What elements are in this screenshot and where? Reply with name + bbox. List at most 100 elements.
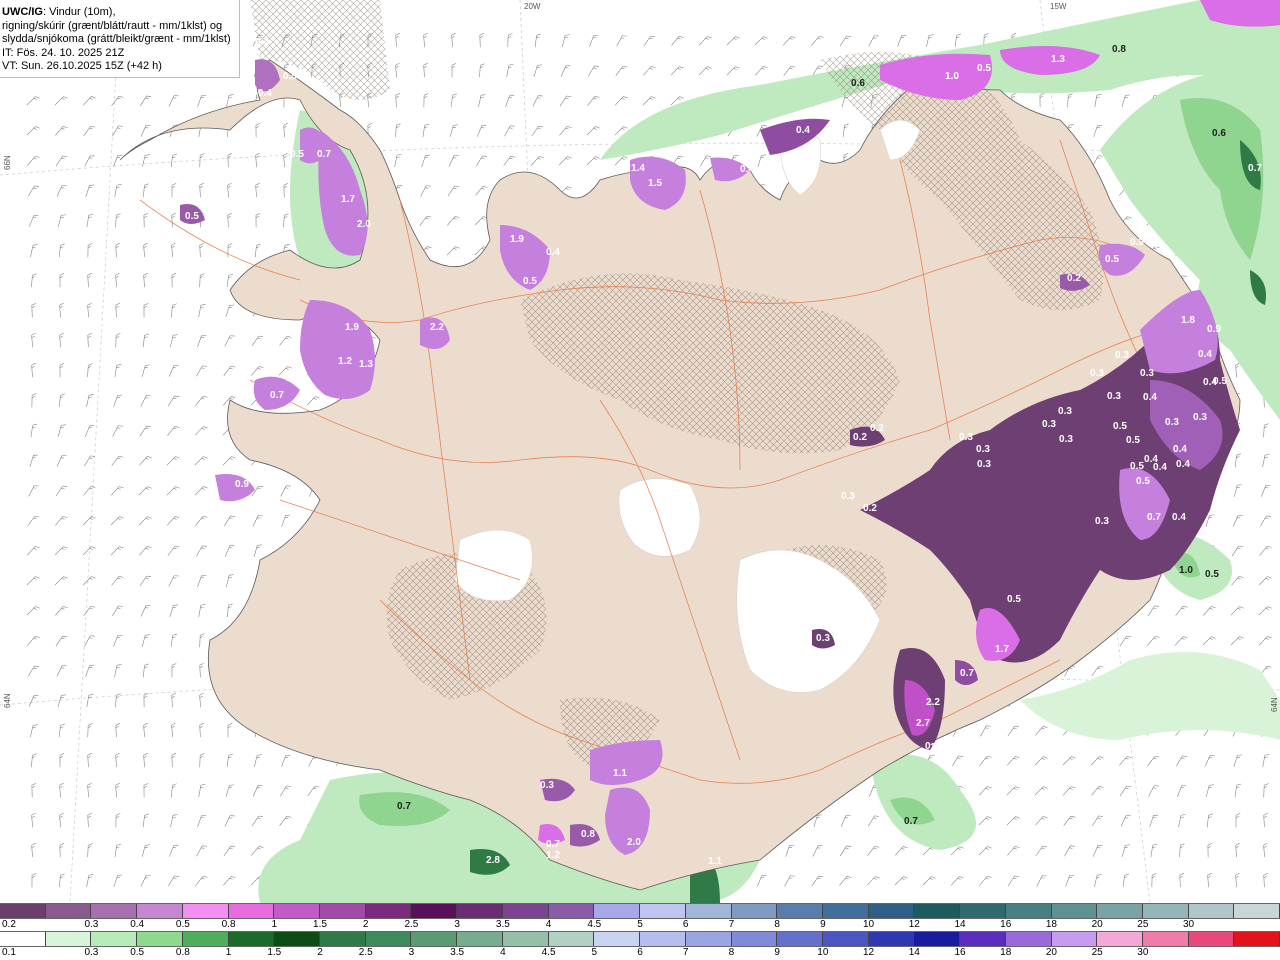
product-name: UWC/IG <box>2 6 43 18</box>
legend-label: 9 <box>774 947 780 958</box>
legend-swatch <box>320 932 366 946</box>
precip-value: 0.4 <box>740 164 754 175</box>
precip-value: 0.5 <box>977 63 991 74</box>
legend-label: 2.5 <box>404 919 419 930</box>
precip-value: 2.8 <box>486 855 500 866</box>
legend-swatch <box>777 904 823 918</box>
precip-value: 0.5 <box>1007 594 1021 605</box>
legend-swatch <box>1005 904 1052 918</box>
legend-label: 12 <box>863 947 875 958</box>
valid-time: VT: Sun. 26.10.2025 15Z (+42 h) <box>2 60 162 72</box>
precip-value: 0.3 <box>1095 516 1109 527</box>
legend-label: 6 <box>682 919 689 930</box>
precip-value: 0.6 <box>1149 239 1163 250</box>
legend-label: 1.5 <box>313 919 327 930</box>
precip-value: 0.4 <box>1176 459 1190 470</box>
legend-label: 2.5 <box>358 947 373 958</box>
precip-value: 0.5 <box>523 276 537 287</box>
legend-label: 4 <box>545 919 552 930</box>
legend-label: 20 <box>1045 947 1057 958</box>
precip-value: 0.3 <box>816 633 830 644</box>
legend-swatch <box>1005 932 1052 946</box>
legend-swatch <box>640 932 686 946</box>
rain-legend: 0.1 0.3 0.5 0.8 1 1.5 2 2.5 3 3.5 4 4.5 5 6 7 8 9 10 12 14 1… <box>0 931 1280 959</box>
precip-value: 1.0 <box>930 742 944 753</box>
precip-value: 1.2 <box>338 356 352 367</box>
legend-label: 3 <box>408 947 415 958</box>
legend-swatch <box>365 904 412 918</box>
precip-value: 1.4 <box>631 163 645 174</box>
precip-value: 1.0 <box>1179 565 1193 576</box>
legend-swatch <box>914 932 961 946</box>
legend-label: 0.3 <box>84 947 99 958</box>
legend-swatch <box>640 904 686 918</box>
precip-value: 0.3 <box>1107 391 1121 402</box>
legend-swatch <box>91 932 138 946</box>
lon-label-15w: 15W <box>1050 2 1067 11</box>
precip-value: 1.9 <box>510 234 524 245</box>
precip-value: 0.5 <box>1213 376 1227 387</box>
precip-value: 2.0 <box>627 837 641 848</box>
legend-label: 9 <box>820 919 826 930</box>
precip-value: 1.1 <box>708 856 722 867</box>
legend-swatch <box>594 904 641 918</box>
legend-label: 1 <box>271 919 278 930</box>
lat-label-64n: 64N <box>3 693 12 708</box>
legend-swatch <box>822 904 869 918</box>
legend-label: 18 <box>1045 919 1057 930</box>
precip-value: 1.7 <box>995 644 1009 655</box>
precip-value: 0.5 <box>1130 461 1144 472</box>
legend-swatch <box>777 932 823 946</box>
legend-swatch <box>228 904 275 918</box>
legend-label: 8 <box>774 919 780 930</box>
legend-swatch <box>182 932 229 946</box>
legend-label: 7 <box>682 947 689 958</box>
legend-swatch <box>274 932 321 946</box>
precip-value: 0.3 <box>1059 434 1073 445</box>
precip-value: 0.3 <box>1193 412 1207 423</box>
legend-label: 8 <box>728 947 735 958</box>
precip-value: 0.4 <box>258 88 272 99</box>
init-time: IT: Fös. 24. 10. 2025 21Z <box>2 46 125 59</box>
precip-value: 2.2 <box>926 697 940 708</box>
precip-value: 0.2 <box>853 432 867 443</box>
legend-swatch <box>1234 904 1280 918</box>
legend-label: 5 <box>637 919 643 930</box>
legend-label: 18 <box>1000 947 1012 958</box>
legend-swatch <box>0 932 46 946</box>
legend-swatch <box>685 932 732 946</box>
lon-label-20w: 20W <box>524 2 541 11</box>
precip-value: 0.8 <box>581 829 595 840</box>
legend-label: 7 <box>728 919 735 930</box>
legend-label: 16 <box>954 947 966 958</box>
precip-value: 0.9 <box>235 479 249 490</box>
precip-value: 0.6 <box>851 78 865 89</box>
forecast-map: 0.40.50.40.50.5 0.71.72.00.51.91.2 1.31.00… <box>0 0 1280 903</box>
precip-value: 1.5 <box>648 178 662 189</box>
legend-swatch <box>365 932 412 946</box>
legend-swatch <box>731 932 778 946</box>
legend-label: 0.1 <box>2 947 16 958</box>
legend-label: 10 <box>863 919 875 930</box>
precip-value: 0.5 <box>290 149 304 160</box>
legend-swatch <box>137 932 183 946</box>
precip-value: 0.2 <box>863 503 877 514</box>
precip-value: 0.6 <box>1212 128 1226 139</box>
precip-value: 0.5 <box>1113 421 1127 432</box>
precip-value: 0.5 <box>1136 476 1150 487</box>
legend-label: 2 <box>362 919 369 930</box>
precip-value: 0.9 <box>1207 324 1221 335</box>
precip-value: 0.3 <box>540 780 554 791</box>
precip-value: 0.5 <box>283 71 297 82</box>
legend-label: 6 <box>637 947 643 958</box>
precip-value: 0.5 <box>185 211 199 222</box>
legend-label: 30 <box>1183 919 1195 930</box>
legend-swatch <box>457 904 503 918</box>
legend-label: 0.8 <box>175 947 190 958</box>
legend-label: 0.4 <box>130 919 145 930</box>
precip-value: 0.7 <box>317 149 331 160</box>
precip-value: 0.3 <box>1115 350 1129 361</box>
precip-value: 0.3 <box>959 432 973 443</box>
precip-value: 0.4 <box>255 37 269 48</box>
precip-value: 0.4 <box>796 125 810 136</box>
